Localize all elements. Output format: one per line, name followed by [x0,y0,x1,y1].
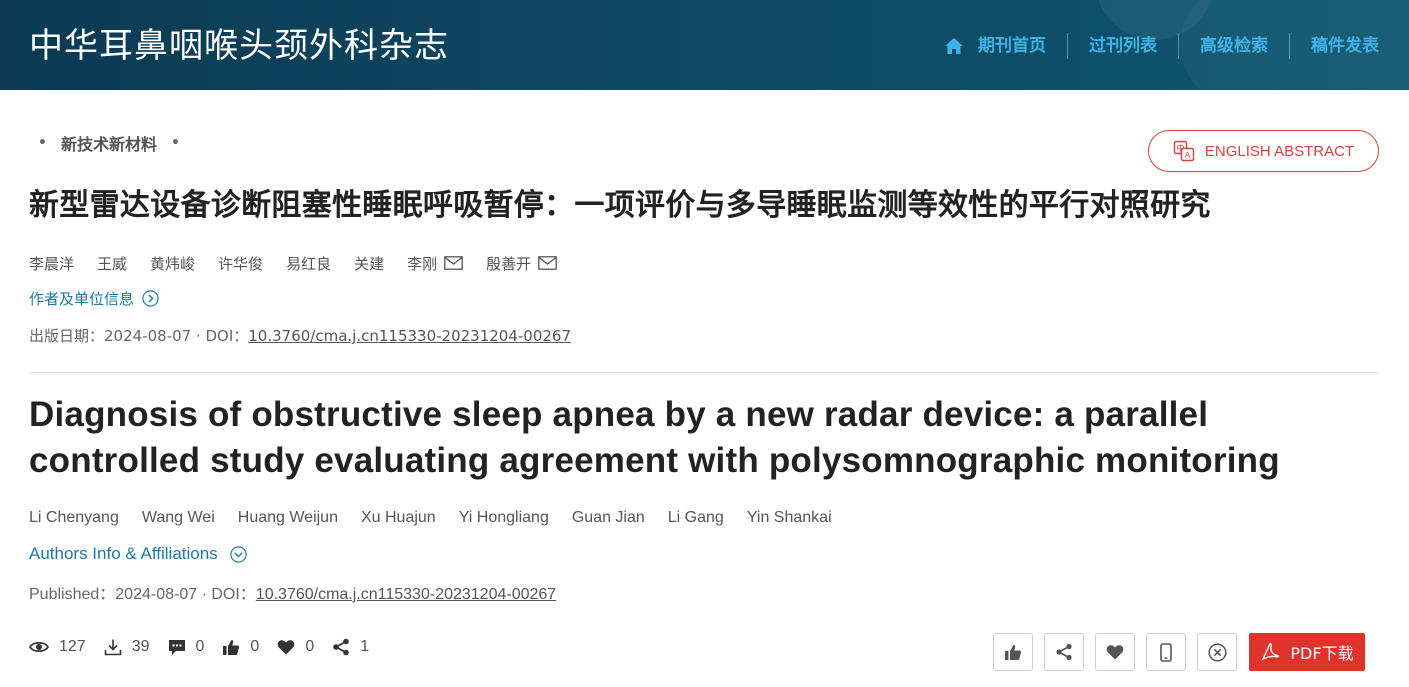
stat-likes: 0 [222,638,259,656]
favorite-button[interactable] [1095,633,1135,671]
author-en[interactable]: Xu Huajun [361,509,436,527]
heart-icon [1106,645,1124,660]
publication-info-en: Published：2024-08-07 · DOI：10.3760/cma.j… [29,580,556,603]
author-cn[interactable]: 黄炜峻 [150,253,195,274]
author-name: 许华俊 [218,254,264,273]
nav-home-label: 期刊首页 [978,36,1046,56]
comments-count: 0 [195,638,205,655]
favorites-count: 0 [305,638,315,655]
stat-comments: 0 [168,638,205,656]
mobile-view-button[interactable] [1146,633,1186,671]
author-name: 李晨洋 [29,254,75,273]
share-icon [1056,643,1072,661]
site-title[interactable]: 中华耳鼻咽喉头颈外科杂志 [29,24,449,68]
pub-date-en: Published：2024-08-07 · DOI： [29,586,256,603]
translate-icon: 中 A [1173,140,1195,162]
article-title-cn: 新型雷达设备诊断阻塞性睡眠呼吸暂停：一项评价与多导睡眠监测等效性的平行对照研究 [29,188,1211,223]
comment-icon [168,639,185,655]
doi-link[interactable]: 10.3760/cma.j.cn115330-20231204-00267 [248,327,571,345]
affiliation-link-label: 作者及单位信息 [29,289,135,308]
cite-button[interactable] [1197,633,1237,671]
pdf-download-button[interactable]: PDF下载 [1249,633,1365,671]
stat-shares: 1 [332,638,369,656]
stat-downloads: 39 [104,638,150,656]
share-button[interactable] [1044,633,1084,671]
category-label: 新技术新材料 [60,135,157,154]
author-en[interactable]: Li Gang [668,509,724,527]
nav-past-issues[interactable]: 过刊列表 [1067,33,1178,59]
stat-views: 127 [29,638,86,656]
stat-favorites: 0 [277,638,314,656]
author-en[interactable]: Yin Shankai [747,509,832,527]
nav-submission-label: 稿件发表 [1311,36,1379,56]
pdf-icon [1261,642,1280,661]
english-abstract-label: ENGLISH ABSTRACT [1204,142,1355,160]
shares-count: 1 [360,638,370,655]
downloads-count: 39 [131,638,150,655]
nav-advanced-search[interactable]: 高级检索 [1178,33,1289,59]
publication-info-cn: 出版日期：2024-08-07 · DOI：10.3760/cma.j.cn11… [29,325,571,345]
affiliation-link-label: Authors Info & Affiliations [29,544,218,563]
author-en[interactable]: Yi Hongliang [459,509,549,527]
pdf-download-label: PDF下载 [1290,644,1354,663]
likes-count: 0 [250,638,260,655]
mail-icon[interactable] [444,256,463,270]
author-name: 王威 [97,254,128,273]
eye-icon [29,641,49,653]
author-cn[interactable]: 许华俊 [218,253,263,274]
author-cn[interactable]: 殷善开 [486,253,557,274]
nav-submission[interactable]: 稿件发表 [1289,33,1379,59]
article-category: • 新技术新材料 • [38,132,180,154]
home-icon [945,38,963,54]
pub-date-cn: 出版日期：2024-08-07 · DOI： [29,327,249,345]
mobile-phone-icon [1160,642,1172,662]
like-button[interactable] [993,633,1033,671]
chevron-down-circle-icon [229,545,247,563]
mail-icon[interactable] [538,256,557,270]
section-divider [29,372,1379,373]
article-actions: PDF下载 [993,633,1365,671]
author-cn[interactable]: 关建 [354,253,384,274]
author-en[interactable]: Huang Weijun [238,509,338,527]
author-affiliation-toggle-en[interactable]: Authors Info & Affiliations [29,543,247,565]
thumbs-up-icon [1005,644,1022,660]
download-icon [104,639,122,656]
author-name: 黄炜峻 [150,254,196,273]
author-cn[interactable]: 王威 [97,253,127,274]
author-name: 殷善开 [486,254,532,273]
author-cn[interactable]: 李晨洋 [29,253,74,274]
svg-text:A: A [1185,151,1191,160]
chevron-right-circle-icon [142,289,159,307]
nav-home[interactable]: 期刊首页 [944,33,1067,59]
author-en[interactable]: Guan Jian [572,509,645,527]
author-en[interactable]: Wang Wei [142,509,215,527]
author-list-en: Li Chenyang Wang Wei Huang Weijun Xu Hua… [29,506,855,530]
share-icon [333,638,350,656]
author-affiliation-toggle-cn[interactable]: 作者及单位信息 [29,288,159,308]
article-stats: 127 39 0 0 0 1 [29,635,387,659]
heart-icon [278,640,295,655]
close-circle-icon [1207,642,1227,662]
views-count: 127 [59,638,86,655]
category-dot: • [170,135,180,151]
author-name: 易红良 [286,254,332,273]
author-name: 关建 [354,254,385,273]
category-dot: • [38,135,47,151]
nav-past-issues-label: 过刊列表 [1089,36,1157,56]
author-cn[interactable]: 易红良 [286,253,331,274]
english-abstract-button[interactable]: 中 A ENGLISH ABSTRACT [1148,130,1379,172]
doi-link[interactable]: 10.3760/cma.j.cn115330-20231204-00267 [256,586,556,603]
author-name: 李刚 [407,254,438,273]
thumbs-up-icon [223,639,240,655]
article-title-en: Diagnosis of obstructive sleep apnea by … [29,395,1280,480]
main-nav: 期刊首页 过刊列表 高级检索 稿件发表 [944,33,1379,59]
author-en[interactable]: Li Chenyang [29,509,119,527]
author-list-cn: 李晨洋 王威 黄炜峻 许华俊 易红良 关建 李刚 殷善开 [29,252,580,274]
nav-advanced-search-label: 高级检索 [1200,36,1268,56]
site-header: 中华耳鼻咽喉头颈外科杂志 期刊首页 过刊列表 高级检索 稿件发表 [0,0,1409,90]
author-cn[interactable]: 李刚 [407,253,463,274]
